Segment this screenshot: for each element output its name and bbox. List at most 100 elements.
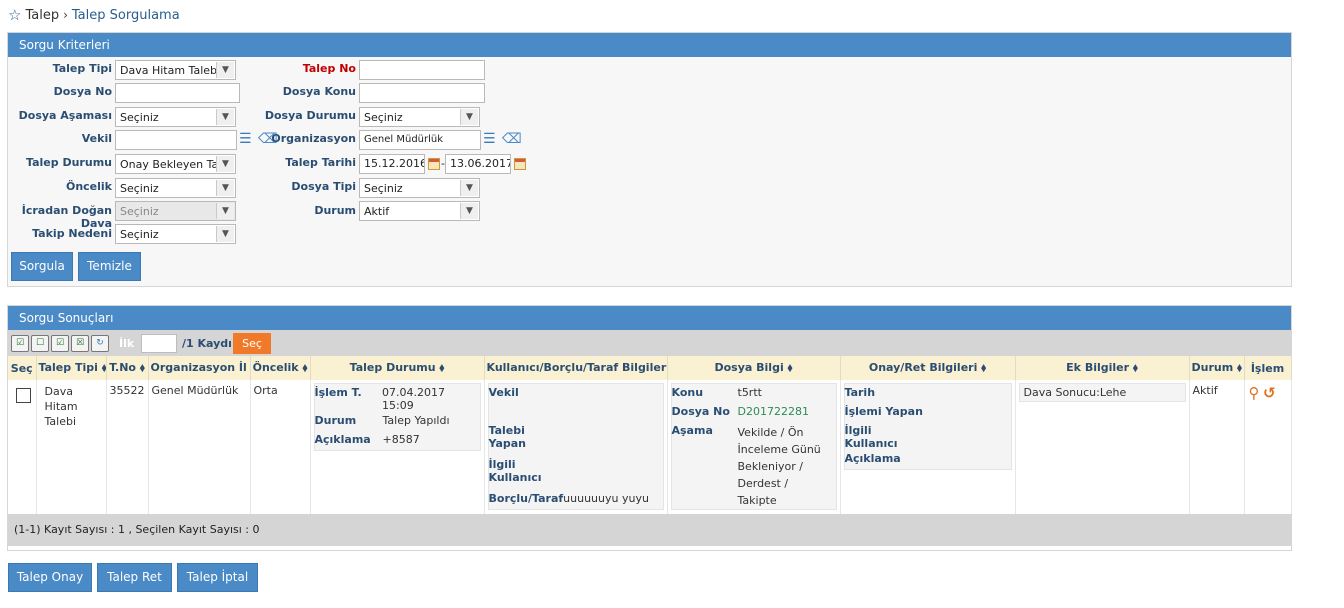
- chevron-down-icon: ▼: [460, 109, 478, 125]
- eraser-icon[interactable]: ⌫: [502, 132, 522, 146]
- talep-no-input[interactable]: [359, 60, 485, 80]
- search-icon[interactable]: ⚲: [1249, 384, 1260, 402]
- kullanici-box: Vekil Talebi Yapan İlgili Kullanıcı Borç…: [487, 383, 664, 510]
- chevron-down-icon: ▼: [460, 180, 478, 196]
- refresh-icon[interactable]: ↻: [91, 335, 109, 352]
- sorgula-button[interactable]: Sorgula: [11, 252, 73, 281]
- calendar-icon[interactable]: [514, 158, 526, 170]
- breadcrumb-current[interactable]: Talep Sorgulama: [72, 8, 180, 23]
- chevron-down-icon: ▼: [216, 62, 234, 78]
- cell-oncelik: Orta: [250, 380, 311, 514]
- dosya-tipi-select[interactable]: Seçiniz ▼: [359, 178, 480, 198]
- pager-first-label: İlk: [119, 337, 135, 350]
- col-talep-tipi[interactable]: Talep Tipi ⬧: [36, 356, 107, 380]
- col-sec: Seç: [8, 356, 37, 380]
- dosya-durumu-label: Dosya Durumu: [264, 109, 356, 122]
- talep-onay-button[interactable]: Talep Onay: [8, 563, 92, 592]
- vekil-input[interactable]: [115, 130, 237, 150]
- chevron-down-icon: ▼: [460, 203, 478, 219]
- dosya-konu-input[interactable]: [359, 83, 485, 103]
- col-t-no[interactable]: T.No ⬧: [106, 356, 149, 380]
- pager-total-label: /1 Kaydı: [182, 337, 232, 350]
- islemi-yapan-label: İşlemi Yapan: [844, 405, 923, 418]
- col-ek-bilgiler[interactable]: Ek Bilgiler ⬧: [1015, 356, 1190, 380]
- star-icon[interactable]: ☆: [8, 6, 21, 24]
- cell-t-no: 35522: [106, 380, 149, 514]
- talep-tarihi-label: Talep Tarihi: [285, 156, 356, 169]
- results-table: Seç Talep Tipi ⬧ T.No ⬧ Organizasyon İl …: [8, 356, 1292, 514]
- dosya-no-value[interactable]: D201722281: [738, 405, 809, 418]
- row-checkbox[interactable]: [16, 388, 31, 403]
- talep-durumu-label: Talep Durumu: [26, 156, 112, 169]
- talep-iptal-button[interactable]: Talep İptal: [177, 563, 258, 592]
- results-toolbar: ☑ ☐ ☑ ☒ ↻ İlk /1 Kaydı Seç: [8, 330, 1291, 356]
- list-icon[interactable]: ☰: [239, 132, 252, 146]
- pager-sec-button[interactable]: Seç: [233, 333, 271, 354]
- col-oncelik[interactable]: Öncelik ⬧: [250, 356, 311, 380]
- durum-select[interactable]: Aktif ▼: [359, 201, 480, 221]
- col-dosya-bilgi[interactable]: Dosya Bilgi ⬧: [667, 356, 841, 380]
- breadcrumb: ☆ Talep › Talep Sorgulama: [8, 6, 180, 24]
- dosya-asamasi-select[interactable]: Seçiniz ▼: [115, 107, 236, 127]
- cell-islem: ⚲ ↺: [1244, 380, 1292, 514]
- cell-talep-tipi: Dava Hitam Talebi: [36, 380, 107, 514]
- cell-durum: Aktif: [1189, 380, 1245, 514]
- talep-durumu-value: Onay Bekleyen Tale: [120, 158, 229, 171]
- ilgili-kullanici-label: İlgili Kullanıcı: [488, 458, 542, 484]
- talep-tarihi-to-input[interactable]: 13.06.2017: [445, 154, 511, 174]
- col-durum[interactable]: Durum ⬧: [1189, 356, 1245, 380]
- talep-tarihi-from-input[interactable]: 15.12.2016: [359, 154, 425, 174]
- dosya-bilgi-box: Konu t5rtt Dosya No D201722281 Aşama Vekild…: [670, 383, 837, 510]
- select-none-icon[interactable]: ☐: [31, 335, 49, 352]
- talep-durumu-select[interactable]: Onay Bekleyen Tale ▼: [115, 154, 236, 174]
- temizle-button[interactable]: Temizle: [78, 252, 141, 281]
- dosya-konu-label: Dosya Konu: [282, 85, 356, 98]
- results-header-row: Seç Talep Tipi ⬧ T.No ⬧ Organizasyon İl …: [8, 356, 1292, 380]
- talep-tipi-value: Dava Hitam Talebi: [120, 64, 221, 77]
- dosya-no-label: Dosya No: [53, 85, 112, 98]
- pager-page-input[interactable]: [141, 334, 177, 353]
- talep-tipi-select[interactable]: Dava Hitam Talebi ▼: [115, 60, 236, 80]
- col-kullanici[interactable]: Kullanıcı/Borçlu/Taraf Bilgileri ⬧: [484, 356, 668, 380]
- list-icon[interactable]: ☰: [483, 132, 496, 146]
- oncelik-value: Seçiniz: [120, 182, 159, 195]
- vekil-label: Vekil: [81, 132, 112, 145]
- cell-onay-ret: Tarih İşlemi Yapan İlgili Kullanıcı Açık…: [840, 380, 1016, 514]
- col-talep-durumu[interactable]: Talep Durumu ⬧: [310, 356, 485, 380]
- dosya-durumu-select[interactable]: Seçiniz ▼: [359, 107, 480, 127]
- chevron-down-icon: ▼: [216, 226, 234, 242]
- onay-tarih-label: Tarih: [844, 386, 876, 399]
- chevron-down-icon: ▼: [216, 203, 234, 219]
- col-organizasyon[interactable]: Organizasyon İl ⬧: [148, 356, 251, 380]
- ek-bilgiler-value: Dava Sonucu:Lehe: [1023, 386, 1127, 399]
- takip-nedeni-value: Seçiniz: [120, 228, 159, 241]
- oncelik-select[interactable]: Seçiniz ▼: [115, 178, 236, 198]
- islem-t-value: 07.04.2017 15:09: [382, 386, 445, 412]
- oncelik-label: Öncelik: [65, 180, 112, 193]
- konu-value: t5rtt: [737, 386, 762, 399]
- breadcrumb-root[interactable]: Talep: [25, 8, 59, 23]
- onay-ret-box: Tarih İşlemi Yapan İlgili Kullanıcı Açık…: [843, 383, 1012, 470]
- invert-selection-icon[interactable]: ☒: [71, 335, 89, 352]
- aciklama-label: Açıklama: [314, 433, 371, 446]
- ek-bilgiler-box: Dava Sonucu:Lehe: [1018, 383, 1186, 402]
- dosya-no-input[interactable]: [115, 83, 240, 103]
- select-all-icon[interactable]: ☑: [11, 335, 29, 352]
- icradan-dogan-dava-select: Seçiniz ▼: [115, 201, 236, 221]
- cell-talep-durumu: İşlem T. 07.04.2017 15:09 Durum Talep Yapı…: [310, 380, 485, 514]
- talep-no-label: Talep No: [302, 62, 356, 75]
- takip-nedeni-select[interactable]: Seçiniz ▼: [115, 224, 236, 244]
- cell-kullanici: Vekil Talebi Yapan İlgili Kullanıcı Borç…: [484, 380, 668, 514]
- dosya-tipi-value: Seçiniz: [364, 182, 403, 195]
- select-page-icon[interactable]: ☑: [51, 335, 69, 352]
- organizasyon-input[interactable]: Genel Müdürlük: [359, 130, 481, 150]
- calendar-icon[interactable]: [428, 158, 440, 170]
- cell-organizasyon: Genel Müdürlük: [148, 380, 251, 514]
- col-onay-ret[interactable]: Onay/Ret Bilgileri ⬧: [840, 356, 1016, 380]
- organizasyon-label: Organizasyon: [271, 132, 356, 145]
- onay-aciklama-label: Açıklama: [844, 452, 901, 465]
- history-icon[interactable]: ↺: [1263, 384, 1276, 402]
- onay-ilgili-kullanici-label: İlgili Kullanıcı: [844, 424, 898, 450]
- talep-ret-button[interactable]: Talep Ret: [97, 563, 172, 592]
- chevron-down-icon: ▼: [216, 109, 234, 125]
